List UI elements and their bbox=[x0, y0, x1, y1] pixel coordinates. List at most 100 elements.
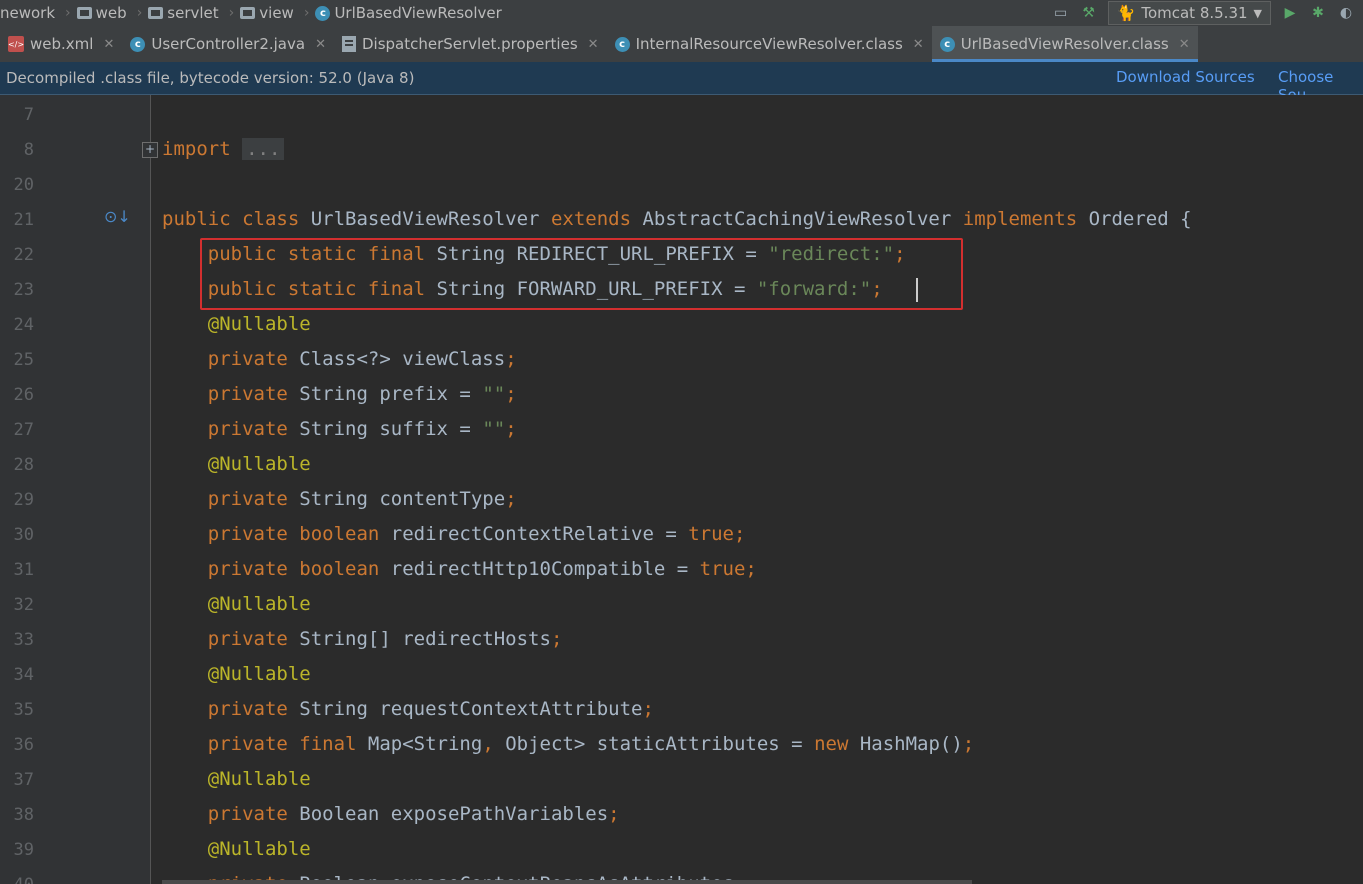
code-line[interactable]: private final Map<String, Object> static… bbox=[162, 733, 974, 755]
horizontal-scrollbar[interactable] bbox=[162, 880, 972, 884]
line-number: 29 bbox=[13, 490, 34, 510]
tomcat-icon: 🐈 bbox=[1116, 4, 1136, 22]
code-token: @Nullable bbox=[207, 768, 311, 790]
tab-usercontroller2[interactable]: c UserController2.java ✕ bbox=[122, 26, 334, 62]
code-line[interactable]: @Nullable bbox=[162, 593, 311, 615]
breadcrumb-view[interactable]: view bbox=[240, 4, 294, 22]
properties-file-icon bbox=[341, 36, 356, 52]
class-icon: c bbox=[315, 5, 331, 21]
highlight-annotation-box bbox=[200, 238, 963, 310]
tab-internalresourceviewresolver[interactable]: c InternalResourceViewResolver.class ✕ bbox=[607, 26, 932, 62]
code-token: private boolean bbox=[207, 523, 391, 545]
code-line[interactable]: private String prefix = ""; bbox=[162, 383, 517, 405]
code-line[interactable]: @Nullable bbox=[162, 313, 311, 335]
build-hammer-icon[interactable]: ⚒ bbox=[1080, 4, 1098, 22]
run-config-dropdown[interactable]: 🐈 Tomcat 8.5.31 ▼ bbox=[1107, 1, 1271, 25]
decompiled-info-bar: Decompiled .class file, bytecode version… bbox=[0, 62, 1363, 104]
tab-urlbasedviewresolver[interactable]: c UrlBasedViewResolver.class ✕ bbox=[931, 26, 1198, 62]
code-token: redirectContextRelative = bbox=[390, 523, 689, 545]
line-number: 21 bbox=[13, 210, 34, 230]
tab-web-xml[interactable]: </> web.xml ✕ bbox=[0, 26, 122, 62]
fold-expand-icon[interactable]: + bbox=[142, 142, 158, 158]
close-icon[interactable]: ✕ bbox=[588, 37, 599, 52]
implementation-marker-icon[interactable]: ⊙↓ bbox=[104, 207, 131, 227]
tab-label: web.xml bbox=[30, 35, 94, 53]
line-number: 36 bbox=[13, 735, 34, 755]
code-line[interactable]: private boolean redirectContextRelative … bbox=[162, 523, 746, 545]
run-config-label: Tomcat 8.5.31 bbox=[1141, 4, 1248, 22]
code-line[interactable]: @Nullable bbox=[162, 838, 311, 860]
line-number: 33 bbox=[13, 630, 34, 650]
code-token: ; bbox=[608, 803, 620, 825]
class-icon: c bbox=[614, 36, 630, 52]
line-number: 24 bbox=[13, 315, 34, 335]
code-token: "" bbox=[482, 418, 506, 440]
close-icon[interactable]: ✕ bbox=[103, 37, 114, 52]
code-token: private bbox=[207, 418, 300, 440]
code-token: import bbox=[162, 138, 243, 160]
run-toolbar: ▭ ⚒ 🐈 Tomcat 8.5.31 ▼ ▶ ✱ ◐ bbox=[1052, 0, 1363, 26]
breadcrumb-label: UrlBasedViewResolver bbox=[334, 4, 502, 22]
line-number: 28 bbox=[13, 455, 34, 475]
code-token: private bbox=[207, 348, 300, 370]
download-sources-link[interactable]: Download Sources bbox=[1116, 68, 1255, 86]
code-token: @Nullable bbox=[207, 663, 311, 685]
code-line[interactable]: private String suffix = ""; bbox=[162, 418, 517, 440]
coverage-icon[interactable]: ◐ bbox=[1337, 4, 1355, 22]
code-token: private bbox=[207, 488, 300, 510]
code-line[interactable]: private Boolean exposePathVariables; bbox=[162, 803, 620, 825]
tab-label: UserController2.java bbox=[151, 35, 306, 53]
code-line[interactable]: @Nullable bbox=[162, 453, 311, 475]
code-token: Map<String bbox=[367, 733, 483, 755]
debug-icon[interactable]: ✱ bbox=[1309, 4, 1327, 22]
code-line[interactable]: @Nullable bbox=[162, 768, 311, 790]
code-token: UrlBasedViewResolver bbox=[310, 208, 551, 230]
code-token: String requestContextAttribute bbox=[299, 698, 643, 720]
line-number: 7 bbox=[23, 105, 34, 125]
code-token: String prefix = bbox=[299, 383, 483, 405]
project-structure-icon[interactable]: ▭ bbox=[1052, 4, 1070, 22]
line-number: 27 bbox=[13, 420, 34, 440]
code-token: ; bbox=[642, 698, 654, 720]
close-icon[interactable]: ✕ bbox=[913, 37, 924, 52]
close-icon[interactable]: ✕ bbox=[315, 37, 326, 52]
code-token: , bbox=[482, 733, 506, 755]
run-icon[interactable]: ▶ bbox=[1281, 4, 1299, 22]
code-token: @Nullable bbox=[207, 593, 311, 615]
code-token: @Nullable bbox=[207, 313, 311, 335]
code-line[interactable]: private Class<?> viewClass; bbox=[162, 348, 517, 370]
breadcrumb-class[interactable]: c UrlBasedViewResolver bbox=[315, 4, 502, 22]
code-token: Boolean exposePathVariables bbox=[299, 803, 609, 825]
code-line[interactable]: public class UrlBasedViewResolver extend… bbox=[162, 208, 1192, 230]
chevron-right-icon: › bbox=[228, 5, 235, 21]
code-line[interactable]: private String[] redirectHosts; bbox=[162, 628, 563, 650]
breadcrumb-label: web bbox=[95, 4, 127, 22]
code-token: AbstractCachingViewResolver bbox=[642, 208, 963, 230]
code-line[interactable]: private String requestContextAttribute; bbox=[162, 698, 654, 720]
code-line[interactable]: @Nullable bbox=[162, 663, 311, 685]
close-icon[interactable]: ✕ bbox=[1179, 37, 1190, 52]
code-token: new bbox=[814, 733, 860, 755]
code-line[interactable]: import ... bbox=[162, 138, 285, 160]
line-number: 40 bbox=[0, 875, 34, 884]
code-editor[interactable]: 7 8 20 21 22 23 24 25 26 27 28 29 30 31 32 33 34 35 36 37 38… bbox=[0, 95, 1363, 884]
code-token: private boolean bbox=[207, 558, 391, 580]
code-line[interactable]: private String contentType; bbox=[162, 488, 517, 510]
code-token: Class<?> viewClass bbox=[299, 348, 506, 370]
code-line[interactable]: private boolean redirectHttp10Compatible… bbox=[162, 558, 757, 580]
tab-dispatcherservlet-properties[interactable]: DispatcherServlet.properties ✕ bbox=[334, 26, 607, 62]
breadcrumb-label: view bbox=[259, 4, 294, 22]
line-number: 25 bbox=[13, 350, 34, 370]
breadcrumb-servlet[interactable]: servlet bbox=[148, 4, 219, 22]
code-token: String[] redirectHosts bbox=[299, 628, 551, 650]
breadcrumb-root[interactable]: nework bbox=[0, 4, 55, 22]
chevron-right-icon: › bbox=[65, 5, 71, 21]
breadcrumb-web[interactable]: web bbox=[76, 4, 127, 22]
